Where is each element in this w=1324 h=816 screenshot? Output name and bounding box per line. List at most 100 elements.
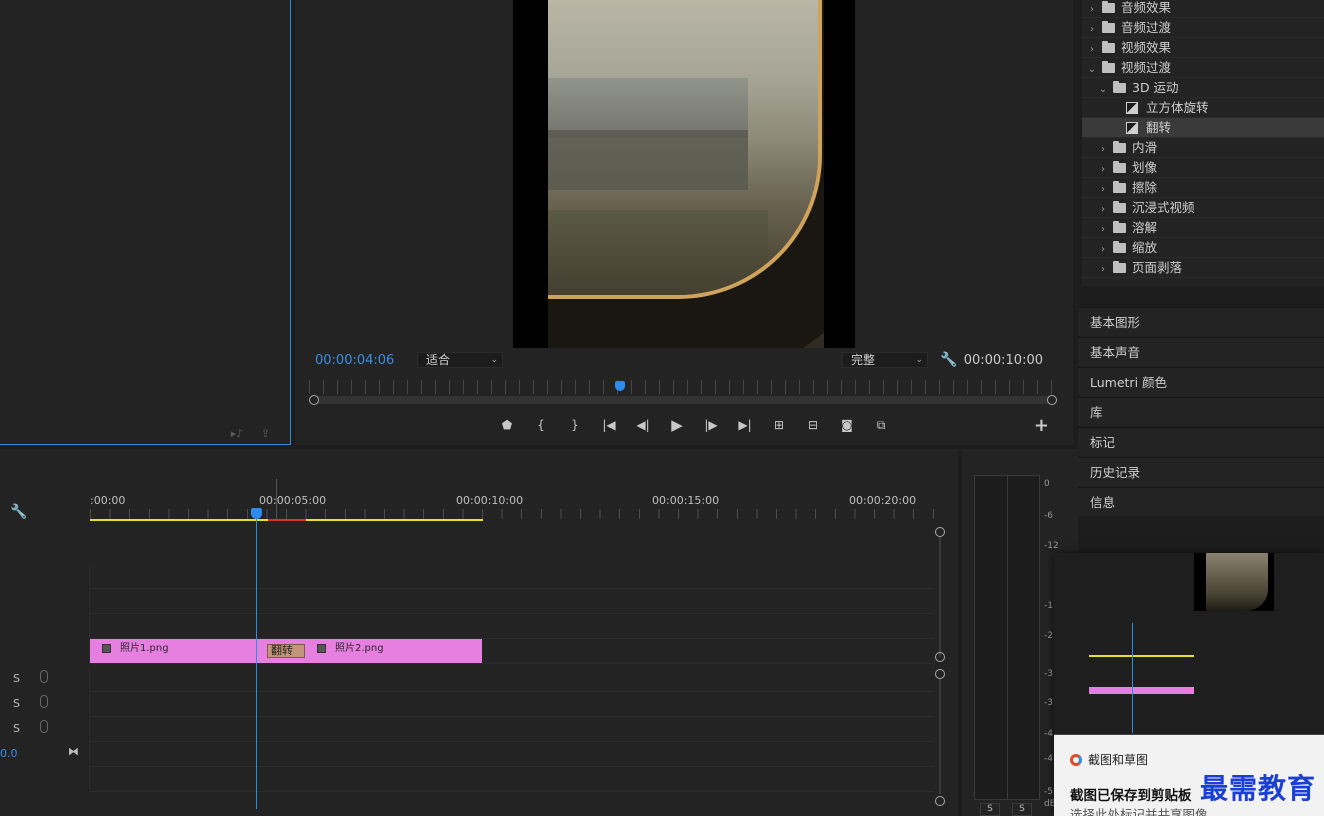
playback-resolution-select[interactable]: 完整 ⌄ — [842, 352, 928, 368]
folder-icon — [1102, 41, 1115, 53]
extract-button[interactable]: ⊟ — [796, 415, 830, 435]
audio-track-a1[interactable]: S — [0, 667, 934, 692]
lift-button[interactable]: ⊞ — [762, 415, 796, 435]
effects-tree-item[interactable]: ⌄ 视频过渡 — [1082, 58, 1324, 78]
chevron-right-icon[interactable]: › — [1097, 240, 1109, 260]
effects-tree-label: 音频过渡 — [1121, 20, 1172, 35]
clip-photo1[interactable]: 照片1.png — [90, 639, 267, 663]
chevron-down-icon[interactable]: ⌄ — [1086, 60, 1098, 80]
add-marker-button[interactable]: ⬟ — [490, 415, 524, 435]
scroll-end-handle[interactable] — [1047, 395, 1057, 405]
chevron-right-icon[interactable]: › — [1097, 160, 1109, 180]
monitor-playhead[interactable] — [614, 381, 625, 391]
panel-info[interactable]: 信息 — [1078, 487, 1324, 516]
mic-icon[interactable] — [40, 695, 48, 708]
effects-tree-label: 3D 运动 — [1132, 80, 1179, 95]
mic-icon[interactable] — [40, 670, 48, 683]
source-footer-icons: ▸♪ ⇪ — [217, 427, 270, 440]
effects-tree-item[interactable]: › 缩放 — [1082, 238, 1324, 258]
timeline-playhead[interactable] — [251, 508, 262, 519]
audio-track-a3[interactable]: S — [0, 717, 934, 742]
effects-tree-item[interactable]: 翻转 — [1082, 118, 1324, 138]
master-volume-value[interactable]: 0.0 — [0, 747, 18, 760]
transition-effect-icon — [1126, 122, 1138, 134]
audio-track-a2[interactable]: S — [0, 692, 934, 717]
chevron-down-icon[interactable]: ⌄ — [1097, 80, 1109, 100]
go-to-in-button[interactable]: |◀ — [592, 415, 626, 435]
current-timecode[interactable]: 00:00:04:06 — [315, 353, 394, 368]
chevron-right-icon[interactable]: › — [1097, 200, 1109, 220]
effects-tree-item[interactable]: › 内滑 — [1082, 138, 1324, 158]
step-back-button[interactable]: ◀| — [626, 415, 660, 435]
folder-icon — [1113, 221, 1126, 233]
solo-button[interactable]: S — [13, 697, 20, 710]
mark-in-button[interactable]: { — [524, 415, 558, 435]
video-track-v3[interactable] — [0, 564, 934, 589]
button-editor-button[interactable]: + — [1034, 415, 1049, 436]
panel-essential-sound[interactable]: 基本声音 — [1078, 337, 1324, 366]
effects-tree-item[interactable]: › 页面剥落 — [1082, 258, 1324, 278]
clip-photo2[interactable]: 照片2.png — [305, 639, 482, 663]
wrench-icon[interactable]: 🔧 — [940, 352, 957, 368]
video-scroll-top-handle[interactable] — [935, 527, 945, 537]
panel-history[interactable]: 历史记录 — [1078, 457, 1324, 486]
program-monitor: 00:00:04:06 适合 ⌄ 完整 ⌄ 🔧 00:00:10:00 ⬟ { } … — [295, 0, 1073, 445]
mic-icon[interactable] — [40, 720, 48, 733]
master-track[interactable] — [0, 742, 934, 767]
solo-left-button[interactable]: S — [980, 803, 1000, 816]
panel-lumetri-color[interactable]: Lumetri 颜色 — [1078, 367, 1324, 396]
wrench-icon[interactable]: 🔧 — [10, 504, 27, 520]
go-to-out-button[interactable]: ▶| — [728, 415, 762, 435]
effects-tree-item[interactable]: ⌄ 3D 运动 — [1082, 78, 1324, 98]
zoom-level-select[interactable]: 适合 ⌄ — [417, 352, 503, 368]
chevron-right-icon[interactable]: › — [1097, 220, 1109, 240]
chevron-right-icon[interactable]: › — [1086, 20, 1098, 40]
comparison-view-button[interactable]: ⧉ — [864, 415, 898, 435]
scroll-start-handle[interactable] — [309, 395, 319, 405]
chevron-right-icon[interactable]: › — [1097, 140, 1109, 160]
source-panel: ▸♪ ⇪ — [0, 0, 291, 445]
panel-essential-graphics[interactable]: 基本图形 — [1078, 307, 1324, 336]
effects-tree-item[interactable]: › 划像 — [1082, 158, 1324, 178]
audio-scroll-bottom-handle[interactable] — [935, 796, 945, 806]
chevron-right-icon[interactable]: › — [1086, 40, 1098, 60]
video-track-v1[interactable] — [0, 614, 934, 639]
timeline-ruler[interactable] — [90, 509, 935, 519]
effects-tree-item[interactable]: › 沉浸式视频 — [1082, 198, 1324, 218]
db-scale-label: -3 — [1044, 698, 1053, 708]
insert-audio-icon[interactable]: ▸♪ — [231, 427, 244, 440]
export-frame-button[interactable]: ◙ — [830, 415, 864, 435]
export-icon[interactable]: ⇪ — [261, 427, 270, 440]
folder-icon — [1113, 141, 1126, 153]
panel-markers[interactable]: 标记 — [1078, 427, 1324, 456]
db-scale-label: -4 — [1044, 729, 1053, 739]
transition-flip[interactable]: 翻转 — [267, 644, 305, 658]
bowtie-icon[interactable]: ⧓ — [68, 745, 79, 758]
effects-tree-label: 翻转 — [1146, 120, 1172, 135]
effects-tree-item[interactable]: › 擦除 — [1082, 178, 1324, 198]
effects-tree-item[interactable]: › 音频效果 — [1082, 0, 1324, 18]
chevron-right-icon[interactable]: › — [1097, 260, 1109, 280]
play-button[interactable]: ▶ — [660, 415, 694, 435]
ruler-time-label: 00:00:10:00 — [456, 494, 524, 507]
monitor-zoom-scrollbar[interactable] — [309, 395, 1057, 405]
step-forward-button[interactable]: |▶ — [694, 415, 728, 435]
effects-tree-item[interactable]: › 溶解 — [1082, 218, 1324, 238]
chevron-right-icon[interactable]: › — [1097, 180, 1109, 200]
db-scale-label: -4 — [1044, 754, 1053, 764]
solo-button[interactable]: S — [13, 672, 20, 685]
panel-libraries[interactable]: 库 — [1078, 397, 1324, 426]
audio-scroll-top-handle[interactable] — [935, 669, 945, 679]
effects-tree-item[interactable]: › 音频过渡 — [1082, 18, 1324, 38]
monitor-time-ruler[interactable] — [309, 380, 1055, 394]
effects-tree-item[interactable]: 立方体旋转 — [1082, 98, 1324, 118]
clip-label: 照片1.png — [120, 643, 169, 654]
video-track-v2[interactable] — [0, 589, 934, 614]
solo-button[interactable]: S — [13, 722, 20, 735]
effects-tree-item[interactable]: › 视频效果 — [1082, 38, 1324, 58]
chevron-right-icon[interactable]: › — [1086, 0, 1098, 20]
folder-icon — [1113, 181, 1126, 193]
mark-out-button[interactable]: } — [558, 415, 592, 435]
video-scroll-bottom-handle[interactable] — [935, 652, 945, 662]
solo-right-button[interactable]: S — [1012, 803, 1032, 816]
